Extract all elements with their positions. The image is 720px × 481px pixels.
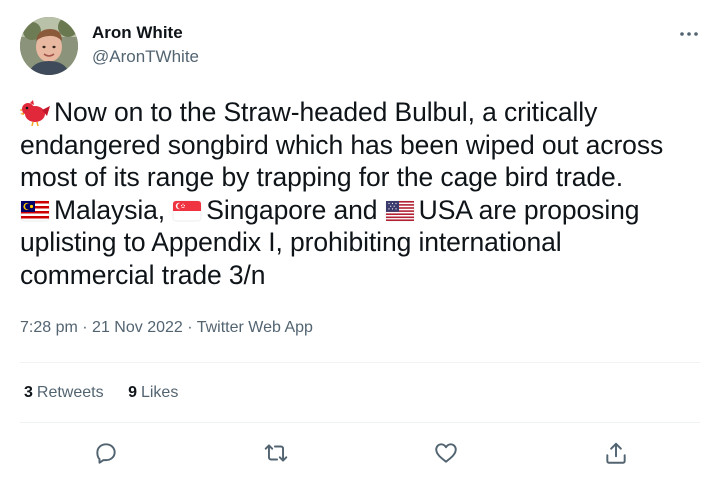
tweet-card: Aron White @AronTWhite Now on to the Str… xyxy=(0,0,720,481)
tweet-line: Malaysia, Singapore and USA are proposin… xyxy=(20,194,710,227)
retweets-stat[interactable]: 3 Retweets xyxy=(24,383,104,403)
tweet-stats: 3 Retweets 9 Likes xyxy=(24,383,198,403)
tweet-line-text: commercial trade 3/n xyxy=(20,259,266,290)
tweet-line: most of its range by trapping for the ca… xyxy=(20,161,710,194)
meta-separator: · xyxy=(82,319,88,336)
tweet-line-text: uplisting to Appendix I, prohibiting int… xyxy=(20,227,562,257)
author-handle[interactable]: @AronTWhite xyxy=(92,46,199,68)
likes-stat[interactable]: 9 Likes xyxy=(128,383,178,403)
tweet-line: endangered songbird which has been wiped… xyxy=(20,129,710,162)
reply-icon[interactable] xyxy=(92,439,120,467)
singapore-flag-icon xyxy=(172,198,202,224)
bird-emoji-icon xyxy=(20,100,50,126)
tweet-source[interactable]: Twitter Web App xyxy=(197,319,313,336)
tweet-date[interactable]: 21 Nov 2022 xyxy=(92,319,183,336)
tweet-line-text: Singapore and xyxy=(206,194,385,225)
likes-label: Likes xyxy=(140,384,179,401)
retweets-label: Retweets xyxy=(36,384,104,401)
usa-flag-icon xyxy=(385,198,415,224)
tweet-line: commercial trade 3/n xyxy=(20,259,710,292)
malaysia-flag-icon xyxy=(20,198,50,224)
author-name[interactable]: Aron White xyxy=(92,22,199,44)
tweet-time[interactable]: 7:28 pm xyxy=(20,319,78,336)
likes-count: 9 xyxy=(128,384,137,401)
more-options-icon[interactable] xyxy=(678,24,700,44)
meta-separator: · xyxy=(187,319,193,336)
tweet-line: Now on to the Straw-headed Bulbul, a cri… xyxy=(20,96,710,129)
tweet-line-text: Malaysia, xyxy=(54,194,173,225)
tweet-line-text: Now on to the Straw-headed Bulbul, a cri… xyxy=(54,97,598,127)
divider xyxy=(20,422,700,423)
author-info: Aron White @AronTWhite xyxy=(92,22,199,68)
tweet-line: uplisting to Appendix I, prohibiting int… xyxy=(20,226,710,259)
tweet-line-text: endangered songbird which has been wiped… xyxy=(20,129,664,160)
like-icon[interactable] xyxy=(432,439,460,467)
avatar[interactable] xyxy=(20,17,78,75)
tweet-text: Now on to the Straw-headed Bulbul, a cri… xyxy=(20,96,710,291)
retweets-count: 3 xyxy=(24,384,33,401)
tweet-line-text: most of its range by trapping for the ca… xyxy=(20,162,623,192)
divider xyxy=(20,362,700,363)
retweet-icon[interactable] xyxy=(262,439,290,467)
tweet-line-text: USA are proposing xyxy=(418,194,640,225)
tweet-meta: 7:28 pm · 21 Nov 2022 · Twitter Web App xyxy=(20,318,313,338)
share-icon[interactable] xyxy=(602,439,630,467)
